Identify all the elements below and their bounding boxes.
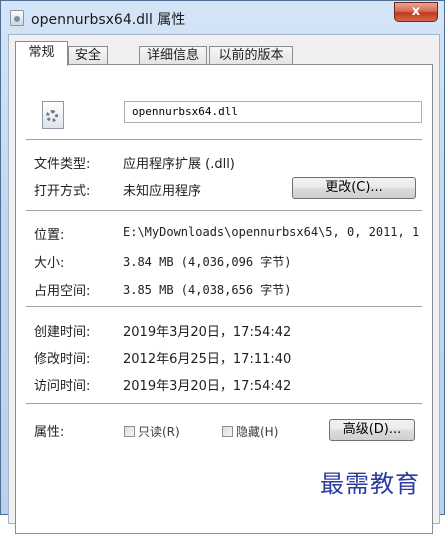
- location-value: E:\MyDownloads\opennurbsx64\5, 0, 2011, …: [123, 225, 420, 239]
- size-on-disk-label: 占用空间:: [34, 284, 91, 299]
- modified-label: 修改时间:: [34, 352, 91, 367]
- tab-general[interactable]: 常规: [15, 41, 68, 66]
- window-title: opennurbsx64.dll 属性: [31, 12, 186, 28]
- accessed-value: 2019年3月20日，17:54:42: [123, 379, 292, 394]
- gear-icon: [46, 110, 58, 122]
- tab-security[interactable]: 安全: [68, 46, 108, 65]
- file-icon: [10, 10, 24, 26]
- created-label: 创建时间:: [34, 325, 91, 340]
- advanced-button[interactable]: 高级(D)...: [329, 419, 415, 441]
- dialog-client-area: 常规 安全 详细信息 以前的版本 opennurbsx64.dll 文件类型: …: [8, 34, 440, 534]
- change-button[interactable]: 更改(C)...: [292, 177, 416, 199]
- separator: [26, 210, 422, 212]
- size-value: 3.84 MB (4,036,096 字节): [123, 255, 292, 269]
- title-bar[interactable]: opennurbsx64.dll 属性 x: [1, 1, 444, 35]
- separator: [26, 306, 422, 308]
- accessed-label: 访问时间:: [34, 379, 91, 394]
- opens-with-label: 打开方式:: [34, 184, 91, 199]
- tab-details[interactable]: 详细信息: [139, 46, 207, 65]
- readonly-checkbox[interactable]: 只读(R): [124, 423, 180, 440]
- opens-with-value: 未知应用程序: [123, 184, 202, 199]
- location-label: 位置:: [34, 228, 65, 243]
- close-button[interactable]: x: [394, 2, 438, 22]
- file-name-input[interactable]: opennurbsx64.dll: [124, 101, 422, 123]
- checkbox-box[interactable]: [124, 426, 135, 437]
- created-value: 2019年3月20日，17:54:42: [123, 325, 292, 340]
- hidden-label: 隐藏(H): [236, 425, 279, 439]
- attributes-label: 属性:: [34, 425, 65, 440]
- checkbox-box[interactable]: [222, 426, 233, 437]
- file-type-label: 文件类型:: [34, 157, 91, 172]
- properties-window: opennurbsx64.dll 属性 x 常规 安全 详细信息 以前的版本 o…: [0, 0, 445, 534]
- dll-file-icon: [42, 101, 64, 129]
- size-on-disk-value: 3.85 MB (4,038,656 字节): [123, 283, 292, 297]
- file-type-value: 应用程序扩展 (.dll): [123, 157, 235, 172]
- tab-previous-versions[interactable]: 以前的版本: [209, 46, 293, 65]
- separator: [26, 403, 422, 405]
- readonly-label: 只读(R): [138, 425, 180, 439]
- size-label: 大小:: [34, 256, 65, 271]
- separator: [26, 139, 422, 141]
- watermark-text: 最需教育: [320, 470, 420, 498]
- hidden-checkbox[interactable]: 隐藏(H): [222, 423, 278, 440]
- modified-value: 2012年6月25日，17:11:40: [123, 352, 292, 367]
